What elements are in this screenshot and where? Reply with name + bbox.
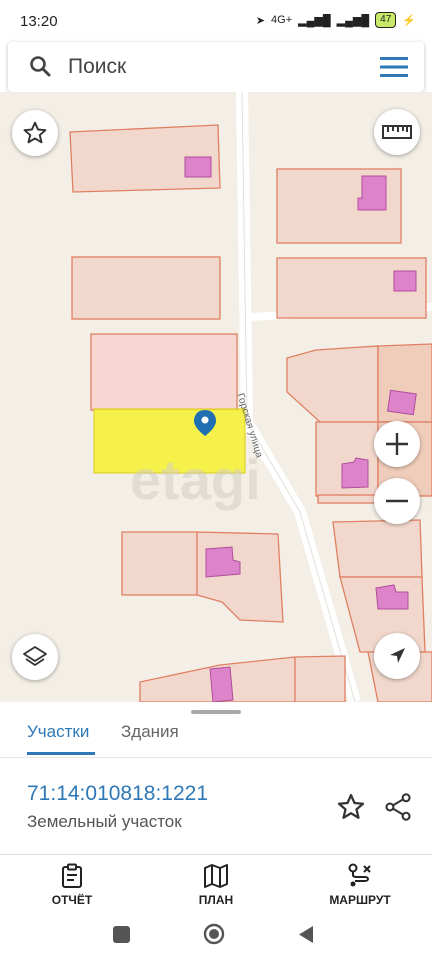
building[interactable] <box>209 666 234 702</box>
favorite-button[interactable] <box>336 792 366 827</box>
map-plan-icon <box>204 864 228 888</box>
building[interactable] <box>387 389 417 416</box>
star-icon <box>23 121 47 144</box>
network-type: 4G+ <box>271 14 293 26</box>
map-canvas <box>69 92 432 702</box>
tab-bar: Участки Здания <box>0 716 432 758</box>
watermark: etagi <box>130 448 261 511</box>
ruler-icon <box>382 125 412 139</box>
status-bar: 13:20 ➤ 4G+ ▂▄▆█ ▂▄▆█ 47 ⚡ <box>0 0 432 44</box>
cadastral-number-link[interactable]: 71:14:010818:1221 <box>27 782 208 806</box>
search-input[interactable] <box>68 50 368 84</box>
recents-button[interactable] <box>113 926 130 948</box>
location-icon: ➤ <box>255 14 266 27</box>
layers-icon <box>23 646 47 666</box>
layers-fab[interactable] <box>12 634 58 680</box>
parcel-type-label: Земельный участок <box>27 812 182 831</box>
minus-icon <box>386 499 408 503</box>
menu-icon[interactable] <box>380 56 408 83</box>
drag-handle[interactable] <box>191 710 241 714</box>
search-bar <box>8 42 424 92</box>
ruler-fab[interactable] <box>374 109 420 155</box>
status-icons: ➤ 4G+ ▂▄▆█ ▂▄▆█ 47 ⚡ <box>256 12 416 28</box>
route-button[interactable]: МАРШРУТ <box>310 863 410 907</box>
charging-icon: ⚡ <box>402 14 416 27</box>
parcel-info-panel: Участки Здания 71:14:010818:1221 Земельн… <box>0 702 432 960</box>
star-icon <box>337 794 365 819</box>
parcel[interactable] <box>332 519 423 578</box>
square-icon <box>113 926 130 943</box>
system-navigation-bar <box>0 914 432 960</box>
building[interactable] <box>357 175 387 211</box>
home-button[interactable] <box>203 923 225 950</box>
share-icon <box>385 793 411 821</box>
tab-parcels[interactable]: Участки <box>27 722 96 755</box>
map-view[interactable]: Горская улица etagi <box>0 92 432 702</box>
share-button[interactable] <box>384 792 412 827</box>
route-icon <box>348 863 371 887</box>
plan-label: ПЛАН <box>198 893 234 907</box>
signal-icon: ▂▄▆█ <box>298 14 331 27</box>
report-label: ОТЧЁТ <box>51 893 93 907</box>
battery-icon: 47 <box>375 12 397 28</box>
report-button[interactable]: ОТЧЁТ <box>22 863 122 907</box>
zoom-out-button[interactable] <box>374 478 420 524</box>
search-icon[interactable] <box>28 54 52 83</box>
circle-icon <box>203 923 225 945</box>
navigation-arrow-icon <box>390 648 405 663</box>
report-icon <box>62 863 82 888</box>
tab-buildings[interactable]: Здания <box>121 722 179 742</box>
parcel[interactable] <box>71 256 221 320</box>
zoom-in-button[interactable] <box>374 421 420 467</box>
plan-button[interactable]: ПЛАН <box>166 863 266 907</box>
bottom-navigation: ОТЧЁТ ПЛАН МАРШРУТ <box>0 855 432 913</box>
building[interactable] <box>184 156 212 178</box>
building[interactable] <box>393 270 417 292</box>
signal-icon-2: ▂▄▆█ <box>336 14 370 27</box>
route-label: МАРШРУТ <box>329 893 391 907</box>
triangle-back-icon <box>299 926 313 943</box>
plus-icon <box>386 433 408 455</box>
parcel[interactable] <box>139 655 346 702</box>
back-button[interactable] <box>298 925 314 949</box>
parcel[interactable] <box>90 333 238 411</box>
parcel[interactable] <box>121 531 198 596</box>
favorite-fab[interactable] <box>12 110 58 156</box>
parcel[interactable] <box>286 345 379 423</box>
my-location-fab[interactable] <box>374 633 420 679</box>
status-time: 13:20 <box>20 13 58 30</box>
